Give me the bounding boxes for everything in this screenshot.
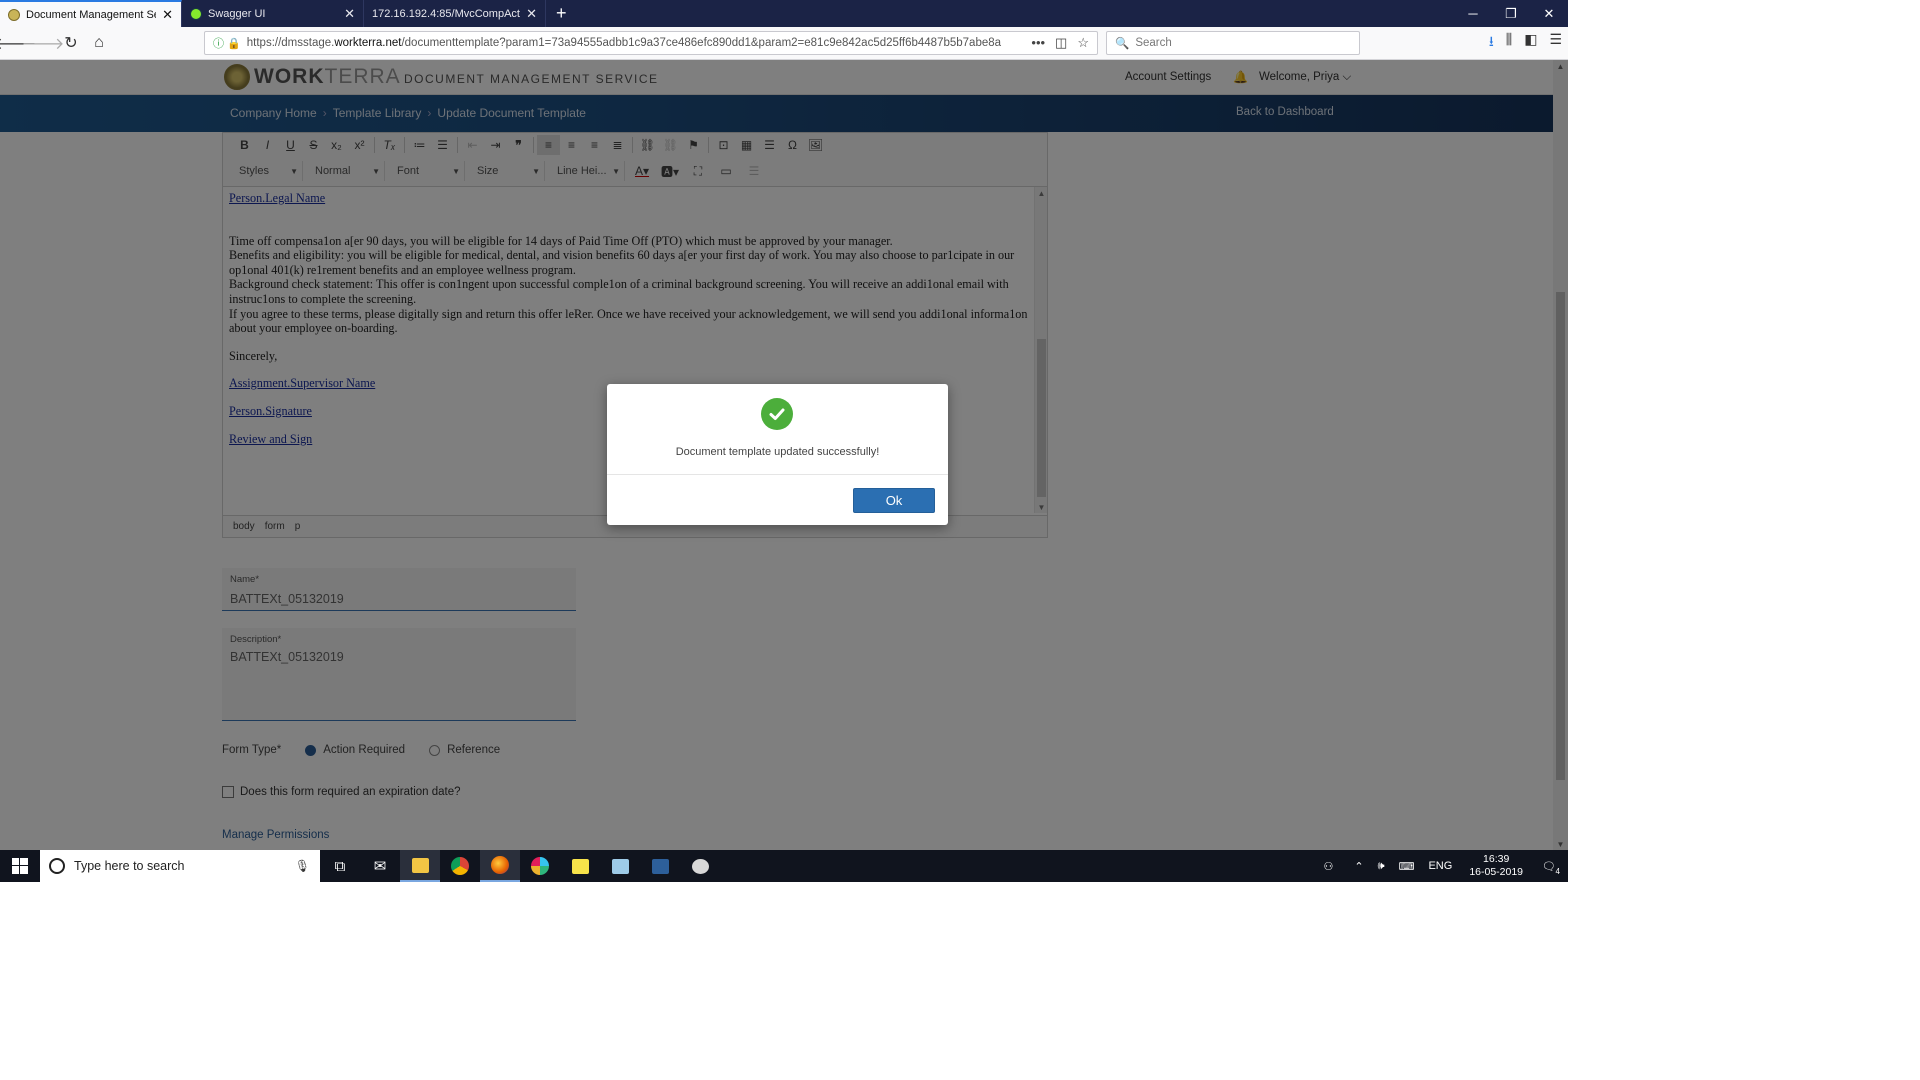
browser-tab-bar: Document Management Servic ✕ Swagger UI …: [0, 0, 1568, 27]
taskbar-apps: ⧉ ✉: [320, 850, 720, 882]
task-view-icon[interactable]: ⧉: [320, 850, 360, 882]
windows-taskbar: Type here to search 🎙 ⧉ ✉ ⚇ ⌃ 🕪 ⌨ ENG 16…: [0, 850, 1568, 882]
close-icon[interactable]: ✕: [526, 6, 537, 22]
keyboard-icon[interactable]: ⌨: [1399, 860, 1415, 873]
people-icon[interactable]: ⚇: [1324, 860, 1334, 873]
hamburger-menu-icon[interactable]: ☰: [1549, 31, 1562, 55]
restore-icon[interactable]: ❐: [1492, 0, 1530, 27]
notepad-icon[interactable]: [600, 850, 640, 882]
sticky-notes-icon[interactable]: [560, 850, 600, 882]
tab-label: 172.16.192.4:85/MvcCompActivate: [372, 7, 520, 20]
close-icon[interactable]: ✕: [162, 7, 173, 23]
close-icon[interactable]: ✕: [344, 6, 355, 22]
paint-icon[interactable]: [680, 850, 720, 882]
tab-swagger-ui[interactable]: Swagger UI ✕: [182, 0, 364, 27]
clock[interactable]: 16:39 16-05-2019: [1469, 853, 1523, 879]
tab-label: Swagger UI: [208, 7, 266, 20]
language-indicator[interactable]: ENG: [1428, 860, 1452, 872]
home-icon[interactable]: ⌂: [86, 30, 112, 56]
chrome-icon[interactable]: [440, 850, 480, 882]
close-window-icon[interactable]: ✕: [1530, 0, 1568, 27]
system-tray: ⚇ ⌃ 🕪 ⌨ ENG 16:39 16-05-2019 🗨 4: [1317, 850, 1568, 882]
workterra-favicon-icon: [8, 8, 20, 21]
tab-document-management[interactable]: Document Management Servic ✕: [0, 0, 182, 27]
windows-start-icon[interactable]: [0, 850, 40, 882]
firefox-icon[interactable]: [480, 850, 520, 882]
success-message: Document template updated successfully!: [675, 446, 880, 458]
slack-icon[interactable]: [520, 850, 560, 882]
microphone-icon[interactable]: 🎙: [295, 859, 310, 873]
url-text[interactable]: https://dmsstage.workterra.net/documentt…: [247, 37, 1032, 49]
visual-studio-icon[interactable]: [640, 850, 680, 882]
tab-mvc-comp-activate[interactable]: 172.16.192.4:85/MvcCompActivate ✕: [364, 0, 546, 27]
page-actions-icon[interactable]: •••: [1031, 35, 1045, 51]
cortana-icon: [49, 858, 65, 874]
reload-icon[interactable]: ↻: [58, 30, 84, 56]
mail-icon[interactable]: ✉: [360, 850, 400, 882]
library-icon[interactable]: ⫼: [1506, 31, 1512, 55]
new-tab-icon[interactable]: +: [546, 0, 577, 27]
notification-count: 4: [1555, 866, 1560, 876]
browser-toolbar-icons: ⭳ ⫼ ◧ ☰: [1489, 31, 1562, 55]
ok-button[interactable]: Ok: [853, 488, 935, 513]
address-bar[interactable]: ⓘ 🔒 https://dmsstage.workterra.net/docum…: [204, 31, 1098, 55]
browser-search-input[interactable]: 🔍 Search: [1106, 31, 1360, 55]
tab-label: Document Management Servic: [26, 8, 156, 21]
browser-nav-bar: 🡐 🡒 ↻ ⌂ ⓘ 🔒 https://dmsstage.workterra.n…: [0, 27, 1568, 60]
file-explorer-icon[interactable]: [400, 850, 440, 882]
dialog-divider: [607, 474, 948, 475]
taskbar-search-input[interactable]: Type here to search 🎙: [40, 850, 320, 882]
volume-icon[interactable]: 🕪: [1378, 860, 1385, 873]
info-lock-icon[interactable]: ⓘ 🔒: [213, 35, 241, 51]
minimize-icon[interactable]: ─: [1454, 0, 1492, 27]
search-icon: 🔍: [1115, 38, 1130, 50]
forward-arrow-icon[interactable]: 🡒: [22, 30, 65, 56]
success-dialog: Document template updated successfully! …: [607, 384, 948, 525]
window-controls: ─ ❐ ✕: [1454, 0, 1568, 27]
pocket-icon[interactable]: ◫: [1055, 35, 1067, 51]
chevron-up-icon[interactable]: ⌃: [1354, 860, 1363, 873]
swagger-favicon-icon: [190, 7, 202, 20]
success-check-icon: [761, 398, 793, 430]
sidebar-icon[interactable]: ◧: [1524, 31, 1537, 55]
download-icon[interactable]: ⭳: [1489, 31, 1494, 55]
bookmark-star-icon[interactable]: ☆: [1077, 35, 1089, 51]
notification-center-icon[interactable]: 🗨 4: [1542, 860, 1560, 876]
